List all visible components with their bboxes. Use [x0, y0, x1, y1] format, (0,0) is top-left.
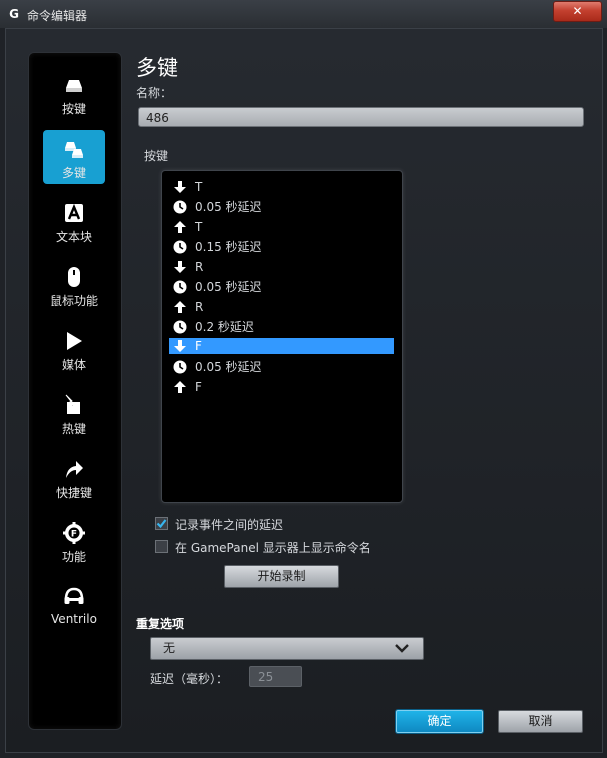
- clock-icon: [173, 200, 187, 214]
- sidebar-item-label: Ventrilo: [51, 612, 97, 626]
- key-event-text: T: [195, 180, 203, 194]
- sidebar-item-label: 按键: [61, 102, 86, 116]
- sidebar-item-mouse-function[interactable]: 鼠标功能: [43, 258, 105, 312]
- mouse-icon: [68, 267, 80, 287]
- key-event-row[interactable]: 0.2 秒延迟: [169, 319, 394, 335]
- ok-button[interactable]: 确定: [396, 710, 483, 733]
- function-gear-icon: F: [63, 522, 85, 544]
- multikey-icon: [65, 142, 83, 158]
- key-event-list[interactable]: T 0.05 秒延迟 T 0.15 秒延迟 R 0.05 秒延迟 R 0.2 秒…: [161, 170, 403, 503]
- repeat-options-value: 无: [163, 641, 176, 655]
- clock-icon: [173, 320, 187, 334]
- key-up-arrow-icon: [174, 381, 186, 393]
- key-event-text: 0.05 秒延迟: [195, 200, 262, 214]
- key-event-text: 0.15 秒延迟: [195, 240, 262, 254]
- clock-icon: [173, 240, 187, 254]
- close-button[interactable]: ✕: [553, 1, 602, 22]
- key-event-text: T: [195, 220, 203, 234]
- key-event-row[interactable]: 0.05 秒延迟: [169, 359, 394, 375]
- hotkey-icon: [65, 394, 80, 414]
- sidebar-item-ventrilo[interactable]: Ventrilo: [43, 578, 105, 632]
- repeat-options-label: 重复选项: [136, 617, 185, 631]
- key-event-text: R: [195, 300, 204, 314]
- sidebar-item-shortcut[interactable]: 快捷键: [43, 450, 105, 504]
- key-event-row[interactable]: 0.05 秒延迟: [169, 279, 394, 295]
- key-event-row-selected[interactable]: F: [169, 338, 394, 354]
- command-type-sidebar: 按键 多键 文本块 鼠标功能 媒体 热键 快捷键 F 功能 Ventrilo: [28, 52, 122, 730]
- key-up-arrow-icon: [174, 301, 186, 313]
- page-title: 多键: [136, 56, 178, 80]
- gamepanel-checkbox[interactable]: [155, 540, 168, 553]
- cancel-button[interactable]: 取消: [498, 710, 583, 733]
- sidebar-item-label: 热键: [61, 422, 86, 436]
- sidebar-item-label: 多键: [61, 166, 86, 180]
- key-up-arrow-icon: [174, 221, 186, 233]
- window-title: 命令编辑器: [27, 9, 88, 23]
- play-icon: [67, 332, 82, 350]
- key-event-text: 0.2 秒延迟: [195, 320, 254, 334]
- name-label: 名称：: [136, 86, 173, 100]
- key-down-arrow-icon: [174, 261, 186, 273]
- start-record-button[interactable]: 开始录制: [224, 565, 339, 588]
- clock-icon: [173, 280, 187, 294]
- text-block-icon: [65, 203, 83, 222]
- key-event-row[interactable]: R: [169, 299, 394, 315]
- delay-field[interactable]: 25: [249, 666, 302, 687]
- key-event-row[interactable]: T: [169, 179, 394, 195]
- shortcut-arrow-icon: [66, 461, 83, 478]
- sidebar-item-function[interactable]: F 功能: [43, 514, 105, 568]
- name-field[interactable]: 486: [138, 107, 584, 127]
- keys-label: 按键: [144, 149, 169, 163]
- sidebar-item-label: 鼠标功能: [49, 294, 98, 308]
- key-down-arrow-icon: [174, 340, 186, 352]
- repeat-options-select[interactable]: 无: [150, 637, 424, 660]
- key-event-row[interactable]: 0.05 秒延迟: [169, 199, 394, 215]
- key-event-row[interactable]: F: [169, 379, 394, 395]
- record-delay-label: 记录事件之间的延迟: [175, 518, 284, 532]
- delay-label: 延迟（毫秒）：: [150, 672, 229, 686]
- key-event-row[interactable]: 0.15 秒延迟: [169, 239, 394, 255]
- logitech-g-logo-icon: G: [9, 7, 19, 21]
- key-event-text: 0.05 秒延迟: [195, 280, 262, 294]
- clock-icon: [173, 360, 187, 374]
- headset-icon: [64, 587, 84, 604]
- sidebar-item-keystroke[interactable]: 按键: [43, 66, 105, 120]
- sidebar-item-media[interactable]: 媒体: [43, 322, 105, 376]
- key-event-text: 0.05 秒延迟: [195, 360, 262, 374]
- record-delay-checkbox[interactable]: [155, 517, 168, 530]
- checkmark-icon: [156, 519, 167, 529]
- sidebar-item-label: 功能: [61, 550, 86, 564]
- sidebar-item-hotkey[interactable]: 热键: [43, 386, 105, 440]
- svg-text:F: F: [71, 530, 77, 540]
- key-event-row[interactable]: R: [169, 259, 394, 275]
- key-event-text: F: [195, 380, 202, 394]
- sidebar-item-text-block[interactable]: 文本块: [43, 194, 105, 248]
- sidebar-item-label: 快捷键: [55, 486, 92, 500]
- key-event-row[interactable]: T: [169, 219, 394, 235]
- key-event-text: F: [195, 339, 202, 353]
- gamepanel-label: 在 GamePanel 显示器上显示命令名: [175, 541, 371, 555]
- key-icon: [66, 80, 82, 92]
- chevron-down-icon: [395, 644, 409, 653]
- sidebar-item-label: 媒体: [61, 358, 86, 372]
- key-event-text: R: [195, 260, 204, 274]
- sidebar-item-multikey[interactable]: 多键: [43, 130, 105, 184]
- title-bar: G 命令编辑器 ✕: [0, 0, 607, 28]
- key-down-arrow-icon: [174, 181, 186, 193]
- sidebar-item-label: 文本块: [55, 230, 92, 244]
